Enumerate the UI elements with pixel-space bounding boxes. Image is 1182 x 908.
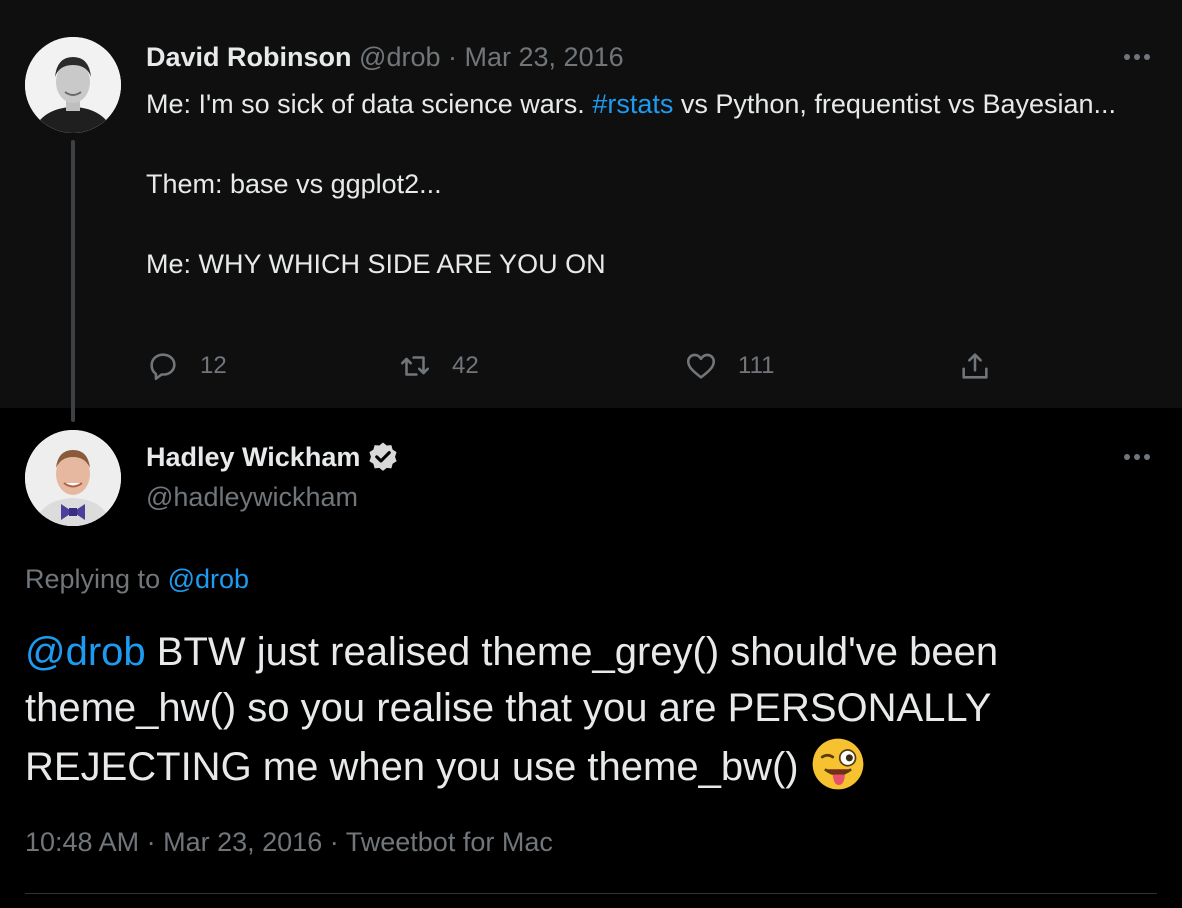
replying-prefix: Replying to bbox=[25, 564, 161, 594]
heart-icon bbox=[686, 353, 716, 379]
reply-author-handle[interactable]: @hadleywickham bbox=[146, 480, 358, 514]
divider bbox=[25, 893, 1157, 894]
more-dot bbox=[1134, 454, 1140, 460]
tweet-metadata: 10:48 AM · Mar 23, 2016 · Tweetbot for M… bbox=[25, 824, 553, 860]
reply-button[interactable]: 12 bbox=[146, 344, 227, 388]
parent-tweet-text: Me: I'm so sick of data science wars. #r… bbox=[146, 84, 1136, 284]
author-name[interactable]: David Robinson bbox=[146, 42, 352, 72]
author-handle[interactable]: @drob bbox=[359, 42, 440, 72]
more-dots-icon bbox=[1124, 54, 1130, 60]
retweet-button[interactable]: 42 bbox=[398, 344, 479, 388]
avatar-image bbox=[25, 430, 121, 526]
winking-tongue-emoji bbox=[812, 738, 864, 790]
more-options-button[interactable] bbox=[1115, 42, 1159, 72]
meta-separator: · bbox=[329, 827, 339, 857]
text-segment: Me: I'm so sick of data science wars. bbox=[146, 89, 593, 119]
parent-tweet-header: David Robinson @drob · Mar 23, 2016 bbox=[146, 40, 624, 74]
avatar-david-robinson[interactable] bbox=[25, 37, 121, 133]
parent-tweet[interactable]: David Robinson @drob · Mar 23, 2016 Me: … bbox=[0, 0, 1182, 422]
share-icon bbox=[962, 353, 988, 379]
mention-drob[interactable]: @drob bbox=[25, 630, 146, 674]
replying-to-line: Replying to @drob bbox=[25, 562, 249, 596]
reply-tweet-text: @drob BTW just realised theme_grey() sho… bbox=[25, 624, 1155, 795]
tweet-date[interactable]: Mar 23, 2016 bbox=[163, 827, 322, 857]
more-dots-icon bbox=[1124, 454, 1130, 460]
tweet-text-line-3: Me: WHY WHICH SIDE ARE YOU ON bbox=[146, 249, 606, 279]
tweet-thread: David Robinson @drob · Mar 23, 2016 Me: … bbox=[0, 0, 1182, 908]
tweet-date[interactable]: Mar 23, 2016 bbox=[465, 42, 624, 72]
retweet-count: 42 bbox=[452, 352, 479, 379]
text-segment: vs Python, frequentist vs Bayesian... bbox=[673, 89, 1117, 119]
reply-icon bbox=[150, 353, 176, 381]
like-count: 111 bbox=[738, 352, 775, 379]
more-dot bbox=[1144, 454, 1150, 460]
verified-badge-icon bbox=[369, 442, 397, 471]
reply-author[interactable]: Hadley Wickham bbox=[146, 440, 400, 474]
meta-separator: · bbox=[146, 827, 156, 857]
tweet-source[interactable]: Tweetbot for Mac bbox=[346, 827, 553, 857]
tweet-text-line-1: Me: I'm so sick of data science wars. #r… bbox=[146, 84, 1136, 124]
header-separator: · bbox=[448, 42, 457, 72]
tweet-actions: 12 42 111 bbox=[146, 344, 1006, 388]
avatar-image bbox=[25, 37, 121, 133]
avatar-hadley-wickham[interactable] bbox=[25, 430, 121, 526]
more-dot bbox=[1134, 54, 1140, 60]
share-button[interactable] bbox=[958, 344, 992, 388]
retweet-icon bbox=[400, 356, 430, 376]
replying-to-link[interactable]: @drob bbox=[168, 564, 249, 594]
tweet-text-line-2: Them: base vs ggplot2... bbox=[146, 169, 442, 199]
more-options-button[interactable] bbox=[1115, 442, 1159, 472]
more-dot bbox=[1144, 54, 1150, 60]
tweet-text-blank bbox=[146, 204, 1136, 244]
like-button[interactable]: 111 bbox=[684, 344, 774, 388]
thread-connector-line bbox=[71, 140, 75, 422]
reply-count: 12 bbox=[200, 352, 227, 379]
hashtag-rstats[interactable]: #rstats bbox=[592, 89, 673, 119]
author-name[interactable]: Hadley Wickham bbox=[146, 440, 360, 474]
tweet-text-blank bbox=[146, 124, 1136, 164]
tweet-time[interactable]: 10:48 AM bbox=[25, 827, 139, 857]
